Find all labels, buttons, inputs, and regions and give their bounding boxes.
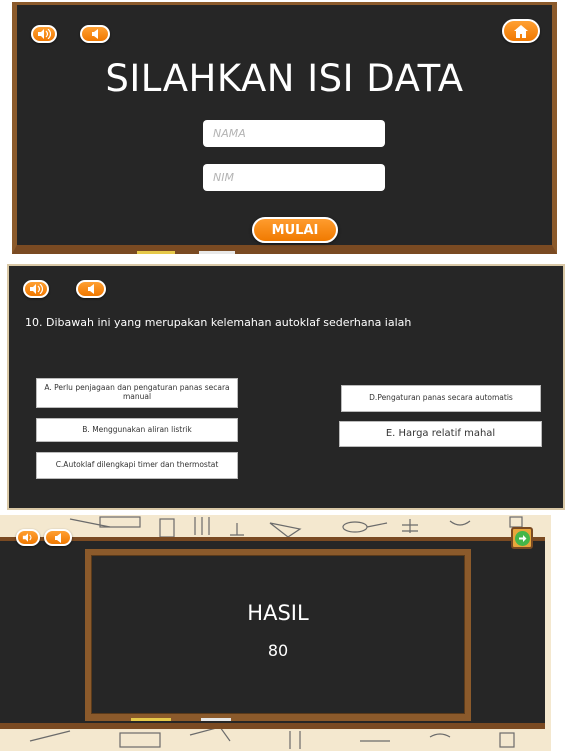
chalk-piece [199, 251, 235, 254]
sound-button[interactable] [31, 25, 57, 43]
answer-option-e[interactable]: E. Harga relatif mahal [339, 421, 542, 447]
result-score: 80 [267, 641, 289, 660]
back-icon [92, 29, 98, 39]
back-button[interactable] [44, 529, 72, 546]
chalk-piece [201, 718, 231, 721]
back-button[interactable] [76, 280, 106, 298]
back-icon [55, 532, 61, 543]
result-screen: HASIL 80 [0, 515, 551, 751]
nim-input[interactable] [203, 164, 385, 191]
login-screen: SILAHKAN ISI DATA MULAI [0, 0, 569, 258]
chalk-piece [137, 251, 175, 254]
answer-option-b[interactable]: B. Menggunakan aliran listrik [36, 418, 238, 442]
chalkboard: HASIL 80 [0, 529, 545, 729]
next-button[interactable] [511, 527, 533, 549]
arrow-right-icon [514, 530, 530, 546]
page-title: SILAHKAN ISI DATA [105, 57, 464, 100]
back-button[interactable] [80, 25, 110, 43]
answer-option-c[interactable]: C.Autoklaf dilengkapi timer dan thermost… [36, 452, 238, 479]
speaker-icon [22, 533, 32, 542]
speaker-icon [30, 284, 43, 294]
home-button[interactable] [502, 19, 540, 43]
result-board: HASIL 80 [85, 549, 471, 721]
speaker-icon [38, 29, 51, 39]
back-icon [88, 284, 94, 294]
start-button[interactable]: MULAI [252, 217, 338, 243]
name-input[interactable] [203, 120, 385, 147]
margin-strip [551, 515, 569, 751]
result-title: HASIL [247, 601, 309, 625]
chalkboard: SILAHKAN ISI DATA MULAI [12, 2, 557, 254]
question-text: 10. Dibawah ini yang merupakan kelemahan… [25, 316, 412, 329]
quiz-screen: 10. Dibawah ini yang merupakan kelemahan… [7, 264, 565, 510]
sound-button[interactable] [23, 280, 49, 298]
home-icon [514, 24, 528, 38]
chalk-piece [131, 718, 171, 721]
answer-option-d[interactable]: D.Pengaturan panas secara automatis [341, 385, 541, 412]
answer-option-a[interactable]: A. Perlu penjagaan dan pengaturan panas … [36, 378, 238, 408]
sound-button[interactable] [16, 529, 40, 546]
